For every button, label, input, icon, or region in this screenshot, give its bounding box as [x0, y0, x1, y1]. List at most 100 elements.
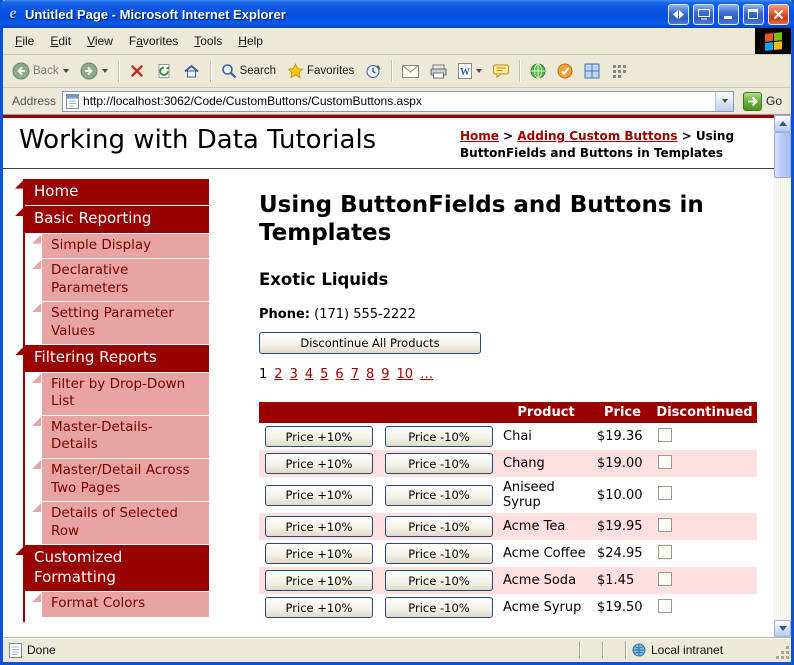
sidebar-item[interactable]: Customized Formatting [25, 545, 209, 592]
nav-arrows-icon [673, 9, 684, 19]
price-down-cell: Price -10% [379, 513, 499, 540]
product-row: Price +10% Price -10% Acme Coffee $24.95 [259, 540, 757, 567]
mail-button[interactable] [397, 62, 424, 81]
price-down-cell: Price -10% [379, 423, 499, 450]
refresh-icon [158, 64, 170, 78]
column-header [259, 402, 379, 424]
sidebar-item[interactable]: Format Colors [42, 592, 209, 617]
window-title: Untitled Page - Microsoft Internet Explo… [25, 6, 286, 22]
history-button[interactable] [360, 60, 386, 82]
price-down-cell: Price -10% [379, 540, 499, 567]
price-down-button[interactable]: Price -10% [385, 516, 493, 538]
price-up-button[interactable]: Price +10% [265, 484, 373, 506]
menu-item-tools[interactable]: Tools [186, 31, 230, 51]
breadcrumb-link[interactable]: Home [460, 129, 499, 143]
price-up-cell: Price +10% [259, 450, 379, 477]
print-button[interactable] [425, 61, 452, 82]
dotted-grid-icon [613, 65, 627, 78]
price-down-cell: Price -10% [379, 477, 499, 513]
sidebar-item[interactable]: Filtering Reports [25, 345, 209, 372]
pager-link[interactable]: 5 [320, 367, 328, 382]
price-up-cell: Price +10% [259, 567, 379, 594]
refresh-button[interactable] [151, 60, 177, 82]
pager-link[interactable]: 9 [381, 367, 389, 382]
addon-snippet-button[interactable] [606, 60, 632, 82]
price-up-button[interactable]: Price +10% [265, 516, 373, 538]
nav-arrows-button[interactable] [668, 3, 689, 25]
document-icon [9, 642, 22, 658]
home-button[interactable] [178, 60, 205, 82]
price-up-button[interactable]: Price +10% [265, 453, 373, 475]
price-down-button[interactable]: Price -10% [385, 570, 493, 592]
price-up-button[interactable]: Price +10% [265, 426, 373, 448]
sidebar-item[interactable]: Home [25, 178, 209, 206]
status-pane [579, 641, 602, 659]
screen-button[interactable] [693, 3, 714, 25]
addon-grid-button[interactable] [579, 60, 605, 82]
sidebar-item[interactable]: Master/Detail Across Two Pages [42, 459, 209, 502]
sidebar-item[interactable]: Details of Selected Row [42, 502, 209, 545]
menu-item-view[interactable]: View [79, 31, 121, 51]
favorites-button[interactable]: Favorites [282, 60, 359, 82]
price-up-button[interactable]: Price +10% [265, 543, 373, 565]
price-down-button[interactable]: Price -10% [385, 426, 493, 448]
pager-link[interactable]: 10 [397, 367, 414, 382]
pager-link[interactable]: 4 [305, 367, 313, 382]
address-dropdown-button[interactable] [714, 91, 733, 111]
minimize-button[interactable] [718, 3, 739, 25]
price-down-button[interactable]: Price -10% [385, 453, 493, 475]
back-button[interactable]: Back [7, 59, 74, 83]
close-button[interactable] [768, 3, 789, 25]
menu-item-help[interactable]: Help [230, 31, 271, 51]
messenger-button[interactable] [552, 60, 578, 82]
pager-link[interactable]: 3 [290, 367, 298, 382]
price-down-button[interactable]: Price -10% [385, 484, 493, 506]
page-icon [66, 93, 80, 109]
pager-link[interactable]: 7 [351, 367, 359, 382]
discontinue-all-button[interactable]: Discontinue All Products [259, 332, 481, 355]
screen-icon [697, 8, 710, 19]
price-down-button[interactable]: Price -10% [385, 543, 493, 565]
pager: 1 2 3 4 5 6 7 8 9 10… [259, 367, 749, 382]
menu-item-edit[interactable]: Edit [42, 31, 79, 51]
menu-item-favorites[interactable]: Favorites [121, 31, 186, 51]
discontinued-cell [652, 450, 757, 477]
stop-button[interactable] [124, 60, 150, 82]
breadcrumb-link[interactable]: Adding Custom Buttons [517, 129, 677, 143]
sidebar-item[interactable]: Declarative Parameters [42, 259, 209, 302]
pager-link[interactable]: 6 [335, 367, 343, 382]
maximize-button[interactable] [743, 3, 764, 25]
pager-link[interactable]: … [420, 367, 433, 382]
vertical-scrollbar[interactable] [774, 115, 791, 637]
go-button[interactable]: Go [740, 91, 785, 112]
edit-button[interactable]: W [453, 60, 487, 82]
chevron-down-icon [476, 69, 483, 73]
sidebar-item[interactable]: Basic Reporting [25, 206, 209, 233]
address-input[interactable]: http://localhost:3062/Code/CustomButtons… [62, 90, 734, 112]
scrollbar-track[interactable] [774, 178, 791, 620]
scrollbar-thumb[interactable] [774, 132, 791, 178]
price-up-button[interactable]: Price +10% [265, 570, 373, 592]
pager-link[interactable]: 8 [366, 367, 374, 382]
search-button[interactable]: Search [216, 60, 281, 82]
sidebar-item[interactable]: Filter by Drop-Down List [42, 372, 209, 415]
menu-item-file[interactable]: File [7, 31, 42, 51]
price-down-button[interactable]: Price -10% [385, 597, 493, 619]
product-price-cell: $19.95 [597, 519, 643, 535]
price-up-cell: Price +10% [259, 540, 379, 567]
sidebar-item[interactable]: Master-Details- Details [42, 415, 209, 459]
discuss-button[interactable] [488, 61, 514, 81]
scroll-up-button[interactable] [774, 115, 791, 132]
resize-grip[interactable] [775, 638, 791, 662]
sidebar-item[interactable]: Setting Parameter Values [42, 302, 209, 345]
sidebar-item[interactable]: Simple Display [42, 233, 209, 259]
back-label: Back [33, 65, 59, 77]
research-button[interactable] [525, 60, 551, 82]
sidebar-nav: Home Basic Reporting Simple Display Declara… [23, 178, 209, 622]
pager-link[interactable]: 2 [274, 367, 282, 382]
forward-button[interactable] [75, 59, 113, 83]
chevron-down-icon [62, 69, 69, 73]
scroll-down-button[interactable] [774, 620, 791, 637]
breadcrumb-separator: > [677, 129, 696, 143]
price-up-button[interactable]: Price +10% [265, 597, 373, 619]
